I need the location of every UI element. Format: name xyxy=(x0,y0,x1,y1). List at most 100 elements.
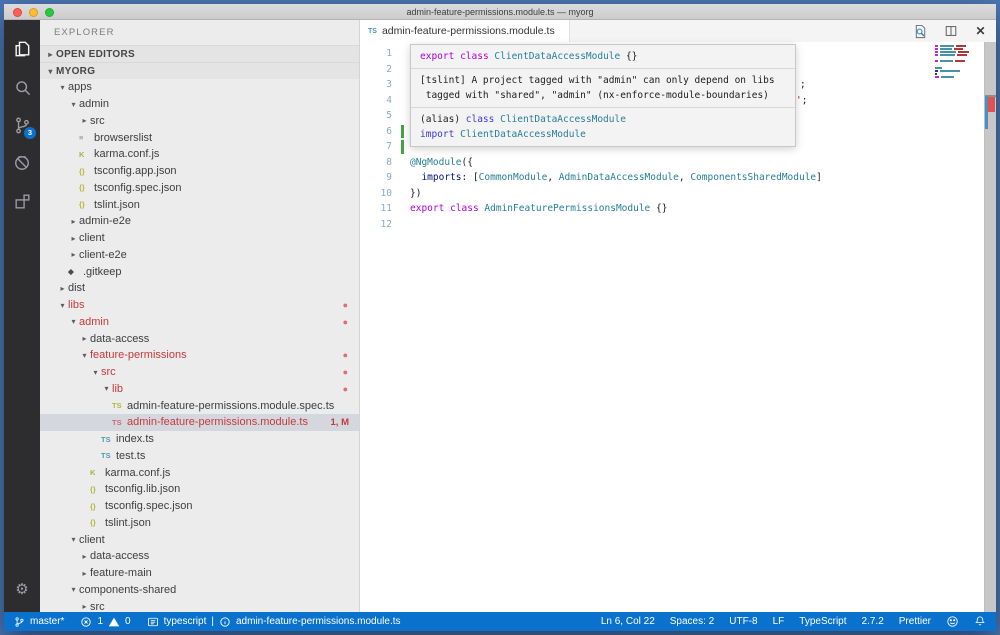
tree-file-tsconfig-spec-json[interactable]: {}tsconfig.spec.json xyxy=(40,498,359,515)
json-file-icon: {} xyxy=(90,518,105,527)
status-language-mode[interactable]: TypeScript xyxy=(799,616,846,627)
minimap-line xyxy=(935,64,981,66)
ts-blue-file-icon: TS xyxy=(101,451,116,460)
info-icon xyxy=(219,616,231,628)
code-token: ClientDataAccessModule xyxy=(460,129,586,140)
open-changes-button[interactable] xyxy=(913,24,928,39)
extensions-icon xyxy=(13,192,32,211)
zoom-window-button[interactable] xyxy=(45,8,54,17)
tree-folder-apps[interactable]: ▾apps xyxy=(40,79,359,96)
chevron-right-icon: ▸ xyxy=(79,602,90,611)
tree-folder-data-access[interactable]: ▸data-access xyxy=(40,548,359,565)
minimap-line xyxy=(935,67,981,69)
code-token: ; xyxy=(802,95,808,106)
status-ts-version[interactable]: 2.7.2 xyxy=(862,616,884,627)
line-number: 9 xyxy=(360,170,392,186)
status-cursor-position[interactable]: Ln 6, Col 22 xyxy=(601,616,655,627)
tree-folder-libs[interactable]: ▾libs● xyxy=(40,297,359,314)
tree-file-karma-conf-js[interactable]: Kkarma.conf.js xyxy=(40,146,359,163)
activitybar-extensions[interactable] xyxy=(4,182,40,220)
tree-item-label: apps xyxy=(68,81,92,93)
section-open-editors[interactable]: ▸ OPEN EDITORS xyxy=(40,45,359,62)
status-eol[interactable]: LF xyxy=(773,616,785,627)
tab-active-file[interactable]: TS admin-feature-permissions.module.ts xyxy=(360,20,570,42)
tree-file-test-ts[interactable]: TStest.ts xyxy=(40,448,359,465)
tree-item-label: admin-feature-permissions.module.spec.ts xyxy=(127,400,334,412)
activitybar-search[interactable] xyxy=(4,68,40,106)
minimap-line xyxy=(935,60,981,62)
close-window-button[interactable] xyxy=(13,8,22,17)
status-text: admin-feature-permissions.module.ts xyxy=(236,616,401,627)
tree-file-admin-feature-permissions-module-ts[interactable]: TSadmin-feature-permissions.module.ts1, … xyxy=(40,414,359,431)
status-indentation[interactable]: Spaces: 2 xyxy=(670,616,714,627)
tree-file-admin-feature-permissions-module-spec-ts[interactable]: TSadmin-feature-permissions.module.spec.… xyxy=(40,397,359,414)
tree-file-karma-conf-js[interactable]: Kkarma.conf.js xyxy=(40,464,359,481)
status-bar: master* 10 typescript|admin-feature-permis… xyxy=(4,612,996,631)
overview-ruler[interactable] xyxy=(984,42,996,612)
split-editor-button[interactable] xyxy=(943,24,958,39)
close-editor-button[interactable]: ✕ xyxy=(973,24,988,39)
status-formatter[interactable]: Prettier xyxy=(899,616,931,627)
search-icon xyxy=(13,78,32,97)
tree-folder-client[interactable]: ▾client xyxy=(40,531,359,548)
tree-file-index-ts[interactable]: TSindex.ts xyxy=(40,431,359,448)
tab-label: admin-feature-permissions.module.ts xyxy=(382,25,555,37)
tree-file--gitkeep[interactable]: ◆.gitkeep xyxy=(40,263,359,280)
code-token: class xyxy=(466,114,495,125)
tree-folder-client[interactable]: ▸client xyxy=(40,230,359,247)
tree-item-label: admin-feature-permissions.module.ts xyxy=(127,416,308,428)
tree-folder-src[interactable]: ▸src xyxy=(40,113,359,130)
tree-folder-src[interactable]: ▾src● xyxy=(40,364,359,381)
tree-file-browserslist[interactable]: ≡browserslist xyxy=(40,129,359,146)
chevron-down-icon: ▾ xyxy=(57,83,68,92)
status-problems[interactable]: 10 xyxy=(80,616,130,628)
tree-item-label: admin xyxy=(79,98,109,110)
tree-folder-feature-main[interactable]: ▸feature-main xyxy=(40,565,359,582)
tree-file-tslint-json[interactable]: {}tslint.json xyxy=(40,515,359,532)
code-editor[interactable]: 123;4';56import { ClientDataAccessModule… xyxy=(360,42,996,612)
tree-folder-dist[interactable]: ▸dist xyxy=(40,280,359,297)
status-tslint-status[interactable]: typescript|admin-feature-permissions.mod… xyxy=(147,616,401,628)
code-token: export xyxy=(420,51,454,62)
tree-folder-src[interactable]: ▸src xyxy=(40,598,359,612)
tree-folder-feature-permissions[interactable]: ▾feature-permissions● xyxy=(40,347,359,364)
tree-folder-admin-e2e[interactable]: ▸admin-e2e xyxy=(40,213,359,230)
status-encoding[interactable]: UTF-8 xyxy=(729,616,757,627)
status-git-branch[interactable]: master* xyxy=(14,616,64,628)
status-feedback-smiley[interactable] xyxy=(946,615,959,628)
tree-file-tsconfig-app-json[interactable]: {}tsconfig.app.json xyxy=(40,163,359,180)
activitybar-source-control[interactable]: 3 xyxy=(4,106,40,144)
modified-dot-icon: ● xyxy=(343,385,348,394)
status-notifications-bell[interactable] xyxy=(974,615,986,628)
minimap-segment xyxy=(935,70,938,72)
karma-file-icon: K xyxy=(90,468,105,477)
minimize-window-button[interactable] xyxy=(29,8,38,17)
tree-folder-lib[interactable]: ▾lib● xyxy=(40,381,359,398)
tree-folder-admin[interactable]: ▾admin● xyxy=(40,314,359,331)
activitybar-explorer[interactable] xyxy=(4,30,40,68)
tree-file-tsconfig-lib-json[interactable]: {}tsconfig.lib.json xyxy=(40,481,359,498)
line-number: 2 xyxy=(360,62,392,78)
line-number: 10 xyxy=(360,186,392,202)
tree-item-label: libs xyxy=(68,299,85,311)
minimap[interactable] xyxy=(935,45,981,79)
minimap-segment xyxy=(935,45,938,47)
explorer-icon xyxy=(12,39,32,59)
tree-folder-components-shared[interactable]: ▾components-shared xyxy=(40,582,359,599)
tree-file-tslint-json[interactable]: {}tslint.json xyxy=(40,196,359,213)
settings-gear-button[interactable]: ⚙ xyxy=(4,574,40,604)
activitybar-debug[interactable] xyxy=(4,144,40,182)
section-project-root[interactable]: ▾ MYORG xyxy=(40,62,359,79)
tree-file-tsconfig-spec-json[interactable]: {}tsconfig.spec.json xyxy=(40,180,359,197)
tree-item-label: dist xyxy=(68,282,85,294)
tree-folder-data-access[interactable]: ▸data-access xyxy=(40,330,359,347)
split-editor-icon xyxy=(944,24,958,38)
tree-folder-admin[interactable]: ▾admin xyxy=(40,96,359,113)
status-text: 0 xyxy=(125,616,131,627)
tree-folder-client-e2e[interactable]: ▸client-e2e xyxy=(40,247,359,264)
chevron-down-icon: ▾ xyxy=(101,384,112,393)
tree-item-label: src xyxy=(90,601,105,612)
modified-dot-icon: ● xyxy=(343,368,348,377)
modified-dot-icon: ● xyxy=(343,301,348,310)
typescript-file-icon: TS xyxy=(368,28,377,35)
